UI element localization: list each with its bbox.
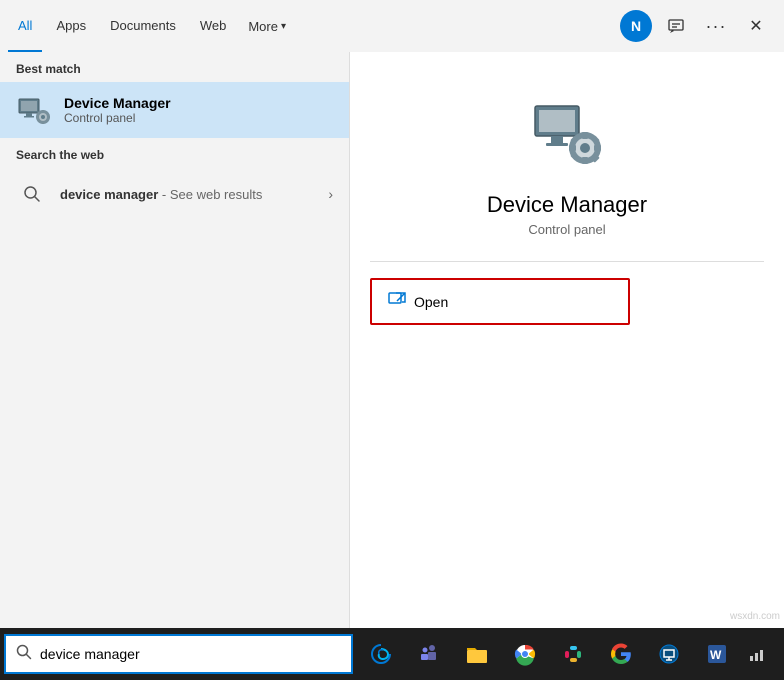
web-search-item[interactable]: device manager - See web results › — [0, 168, 349, 220]
tray-network-icon[interactable] — [741, 638, 773, 670]
best-match-item[interactable]: Device Manager Control panel — [0, 82, 349, 138]
taskbar-google-icon[interactable] — [599, 632, 643, 676]
detail-app-name: Device Manager — [487, 192, 647, 218]
tab-documents[interactable]: Documents — [100, 0, 186, 52]
more-options-button[interactable]: ··· — [700, 10, 732, 42]
taskbar-explorer-icon[interactable] — [455, 632, 499, 676]
best-match-app-subtitle: Control panel — [64, 111, 171, 125]
taskbar-search-icon — [16, 644, 32, 664]
chevron-right-icon: › — [328, 186, 333, 202]
feedback-button[interactable] — [660, 10, 692, 42]
best-match-label: Best match — [0, 52, 349, 82]
tab-apps[interactable]: Apps — [46, 0, 96, 52]
ellipsis-icon: ··· — [706, 16, 727, 37]
detail-app-icon — [527, 92, 607, 172]
web-search-icon — [16, 178, 48, 210]
open-button[interactable]: Open — [370, 278, 630, 325]
taskbar-slack-icon[interactable] — [551, 632, 595, 676]
tab-more[interactable]: More ▾ — [240, 0, 294, 52]
taskbar-remote-icon[interactable] — [647, 632, 691, 676]
taskbar-search-input[interactable] — [40, 646, 341, 662]
best-match-app-name: Device Manager — [64, 95, 171, 111]
tab-all[interactable]: All — [8, 0, 42, 52]
tray-volume-icon[interactable] — [777, 638, 784, 670]
web-search-left: device manager - See web results — [16, 178, 262, 210]
close-icon: ✕ — [749, 16, 762, 36]
close-button[interactable]: ✕ — [740, 10, 772, 42]
tab-more-label: More — [248, 19, 278, 34]
taskbar-edge-icon[interactable] — [359, 632, 403, 676]
svg-text:W: W — [710, 648, 722, 662]
detail-app-subtitle: Control panel — [528, 222, 605, 237]
chevron-down-icon: ▾ — [281, 21, 286, 32]
taskbar-search[interactable] — [4, 634, 353, 674]
open-button-container: Open — [370, 278, 764, 325]
web-search-text: device manager - See web results — [60, 187, 262, 202]
header-controls: N ··· ✕ — [349, 0, 784, 52]
search-panel: All Apps Documents Web More ▾ Best match — [0, 0, 349, 628]
web-search-query: device manager — [60, 187, 158, 202]
system-tray: 12:00 1/1/2024 — [741, 638, 784, 670]
detail-panel: Device Manager Control panel Open — [350, 52, 784, 628]
tab-web[interactable]: Web — [190, 0, 237, 52]
avatar[interactable]: N — [620, 10, 652, 42]
open-label: Open — [414, 294, 448, 310]
taskbar-teams-icon[interactable] — [407, 632, 451, 676]
open-icon — [388, 290, 406, 313]
taskbar-apps: W — [359, 632, 739, 676]
left-content: Best match — [0, 52, 349, 628]
tabs-row: All Apps Documents Web More ▾ — [0, 0, 349, 52]
taskbar: W 12:00 1/1/2024 — [0, 628, 784, 680]
detail-divider — [370, 261, 764, 262]
taskbar-word-icon[interactable]: W — [695, 632, 739, 676]
taskbar-chrome-icon[interactable] — [503, 632, 547, 676]
watermark: wsxdn.com — [730, 611, 780, 622]
device-manager-icon — [16, 92, 52, 128]
best-match-info: Device Manager Control panel — [64, 95, 171, 125]
web-search-suffix-text: - See web results — [162, 187, 262, 202]
web-search-label: Search the web — [0, 138, 349, 168]
